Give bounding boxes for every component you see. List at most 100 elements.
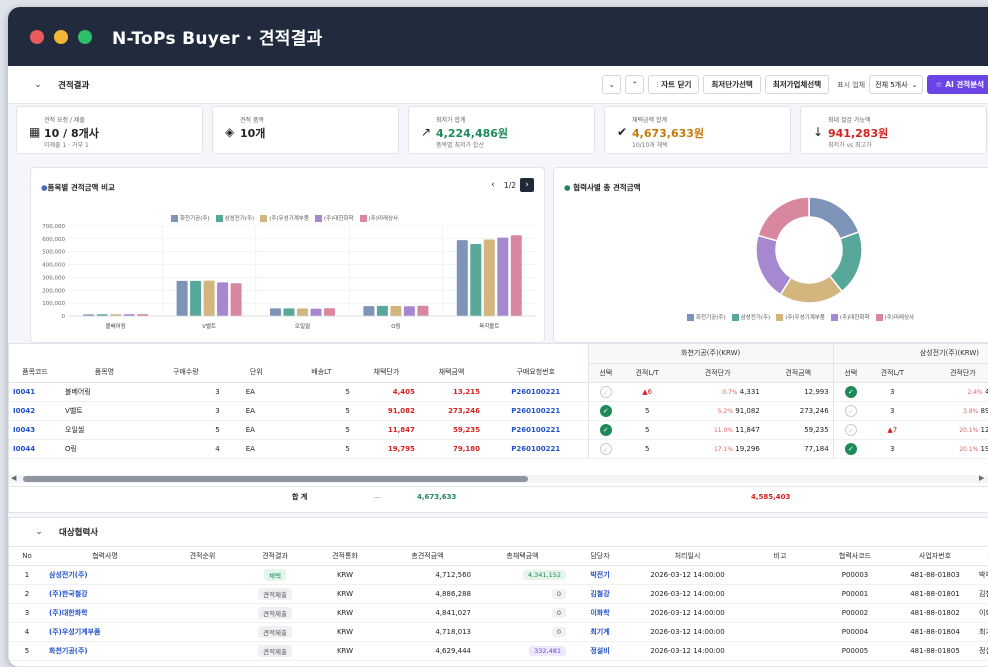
vendor-manager-link[interactable]: 박전기 (570, 566, 630, 585)
table-row[interactable]: 2(주)한국철강견적제출KRW4,886,2880김철강2026-03-12 1… (9, 585, 988, 604)
collapse-chevron-icon[interactable]: ⌄ (31, 527, 47, 537)
vendor-total: 4,718,013 (380, 623, 475, 642)
vendor2-lt: 3 (868, 382, 917, 401)
item-code-link[interactable]: I0043 (9, 420, 61, 439)
ai-analysis-button[interactable]: ☆AI 견적분석 (927, 75, 988, 94)
card-label: 견적 요청 / 제출 (44, 115, 85, 124)
close-window-dot[interactable] (30, 30, 44, 44)
vendor-col-header: 처리일시 (630, 547, 745, 566)
scrollbar-thumb[interactable] (23, 476, 528, 482)
vendor-manager-link[interactable]: 이화학 (570, 604, 630, 623)
vendor2-select[interactable]: ✓ (833, 439, 868, 458)
price-gap-percent: 20.1% (959, 446, 978, 453)
scroll-left-icon[interactable]: ◀ (11, 474, 16, 482)
total-amount: 4,673,633 (417, 493, 456, 501)
bar (217, 282, 228, 316)
vendor-section-header: ⌄ 대상협력사 (9, 518, 988, 546)
donut-legend: 화천기공(주)삼성전기(주)(주)우성기계부품(주)대한화학(주)미래상사 (687, 313, 920, 321)
vendor1-select[interactable]: ✓ (588, 382, 623, 401)
table-row[interactable]: I0042V벨트3EA591,082273,246P260100221✓55.2… (9, 401, 988, 420)
lowest-vendor-button[interactable]: 최저가업체선택 (765, 75, 829, 94)
table-row[interactable]: 4(주)우성기계부품견적제출KRW4,718,0130최기계2026-03-12… (9, 623, 988, 642)
vendor-biz-no: 481-88-01803 (895, 566, 975, 585)
vendor-adopted: 332,481 (475, 642, 570, 661)
vendor-ceo: 김철수 (975, 585, 988, 604)
table-row[interactable]: I0043오일씰5EA511,84759,235P260100221✓511.0… (9, 420, 988, 439)
move-down-button[interactable]: ⌄ (602, 75, 621, 94)
chart-close-button[interactable]: ⫶자트 닫기 (648, 75, 699, 94)
vendor1-price: 0.7% 4,331 (672, 382, 764, 401)
adopt-amount: 273,246 (419, 401, 484, 420)
item-code-link[interactable]: I0044 (9, 439, 61, 458)
lowest-price-button[interactable]: 최저단가선택 (703, 75, 760, 94)
vendor-col-header: 비고 (745, 547, 815, 566)
item-unit: EA (224, 420, 289, 439)
card-label: 채택금액 합계 (632, 115, 667, 124)
move-up-button[interactable]: ⌃ (625, 75, 644, 94)
select-check-icon[interactable]: ✓ (845, 386, 857, 398)
minimize-window-dot[interactable] (54, 30, 68, 44)
y-tick-label: 100,000 (42, 301, 65, 307)
vendor2-select[interactable]: ✓ (833, 420, 868, 439)
pr-number-link[interactable]: P260100221 (484, 439, 588, 458)
select-check-icon[interactable]: ✓ (600, 405, 612, 417)
vendor-name-link[interactable]: (주)한국철강 (45, 585, 165, 604)
bar-chart: 0100,000200,000300,000400,000500,000600,… (31, 168, 546, 344)
status-badge: 견적제출 (258, 645, 292, 657)
vendor1-select[interactable]: ✓ (588, 420, 623, 439)
vendor-ceo: 최기계 (975, 623, 988, 642)
table-row[interactable]: I0041볼베어링3EA54,40513,215P260100221✓▲60.7… (9, 382, 988, 401)
vendor-manager-link[interactable]: 김철강 (570, 585, 630, 604)
item-code-link[interactable]: I0042 (9, 401, 61, 420)
pr-number-link[interactable]: P260100221 (484, 382, 588, 401)
vendor2-select[interactable]: ✓ (833, 401, 868, 420)
collapse-chevron-icon[interactable]: ⌄ (30, 80, 46, 90)
vendor-name-link[interactable]: 화천기공(주) (45, 642, 165, 661)
v2-col-select: 선택 (833, 363, 868, 382)
y-tick-label: 700,000 (42, 224, 65, 230)
table-row[interactable]: 1삼성전기(주)채택KRW4,712,5604,341,152박전기2026-0… (9, 566, 988, 585)
item-code-link[interactable]: I0041 (9, 382, 61, 401)
select-check-icon[interactable]: ✓ (600, 424, 612, 436)
maximize-window-dot[interactable] (78, 30, 92, 44)
vendor-name-link[interactable]: (주)우성기계부품 (45, 623, 165, 642)
vendor-col-header: 사업자번호 (895, 547, 975, 566)
select-check-icon[interactable]: ✓ (600, 443, 612, 455)
table-row[interactable]: 5화천기공(주)견적제출KRW4,629,444332,481정설비2026-0… (9, 642, 988, 661)
vendor1-amount: 77,184 (764, 439, 833, 458)
vendor1-amount: 273,246 (764, 401, 833, 420)
status-badge: 견적제출 (258, 626, 292, 638)
vendor-manager-link[interactable]: 최기계 (570, 623, 630, 642)
horizontal-scrollbar[interactable]: ◀ ▶ (9, 475, 988, 483)
pr-number-link[interactable]: P260100221 (484, 420, 588, 439)
adopted-amount-pill: 0 (552, 627, 566, 637)
card-value: 941,283원 (828, 125, 888, 141)
vendor2-select[interactable]: ✓ (833, 382, 868, 401)
vendor-name-link[interactable]: 삼성전기(주) (45, 566, 165, 585)
select-check-icon[interactable]: ✓ (845, 443, 857, 455)
vendor-col-header: 협력사명 (45, 547, 165, 566)
select-check-icon[interactable]: ✓ (845, 424, 857, 436)
chevron-up-icon: ⌃ (632, 80, 638, 89)
select-check-icon[interactable]: ✓ (845, 405, 857, 417)
table-row[interactable]: 3(주)대한화학견적제출KRW4,841,0270이화학2026-03-12 1… (9, 604, 988, 623)
vendor-manager-link[interactable]: 정설비 (570, 642, 630, 661)
vendor2-lt: 3 (868, 439, 917, 458)
bar (390, 306, 401, 316)
vendor1-select[interactable]: ✓ (588, 439, 623, 458)
total-dash: — (374, 493, 381, 501)
table-row[interactable]: I0044O링4EA519,79579,180P260100221✓517.1%… (9, 439, 988, 458)
scroll-right-icon[interactable]: ▶ (979, 474, 984, 482)
card-max-saving: ↓ 최대 절감 가능액 941,283원 최저가 vs 최고가 (800, 106, 987, 154)
vendor-col-header: 견적순위 (165, 547, 240, 566)
vendor-name-link[interactable]: (주)대한화학 (45, 604, 165, 623)
pr-number-link[interactable]: P260100221 (484, 401, 588, 420)
v1-col-price: 견적단가 (672, 363, 764, 382)
vendor-col-header: 총견적금액 (380, 547, 475, 566)
select-check-icon[interactable]: ✓ (600, 386, 612, 398)
display-vendor-select[interactable]: 전체 5개사⌄ (869, 75, 923, 94)
vendor1-select[interactable]: ✓ (588, 401, 623, 420)
item-lt: 5 (289, 439, 354, 458)
window-title: N-ToPs Buyer · 견적결과 (112, 24, 323, 49)
price-gap-percent: 5.2% (718, 408, 733, 415)
